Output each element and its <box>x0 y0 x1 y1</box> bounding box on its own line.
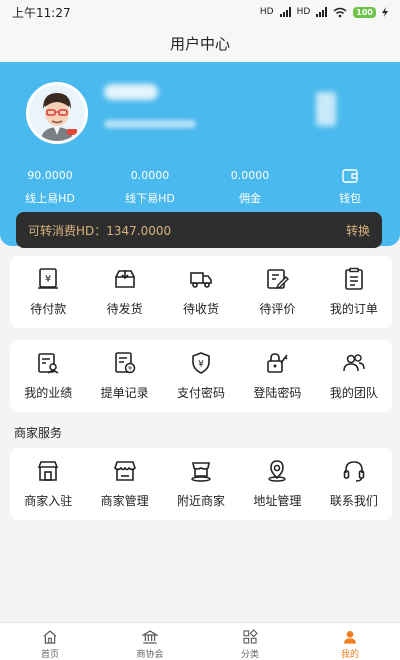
order-item-pending-payment[interactable]: ¥ 待付款 <box>10 256 86 328</box>
top-nav: 用户中心 <box>0 24 400 62</box>
svg-text:¥: ¥ <box>45 274 51 285</box>
tab-profile[interactable]: 我的 <box>300 623 400 660</box>
status-time: 上午11:27 <box>12 5 71 20</box>
user-id-blurred <box>104 120 196 128</box>
stat-label: 线上易HD <box>25 192 75 205</box>
lock-key-icon <box>267 353 289 373</box>
battery-indicator: 100 <box>353 6 376 18</box>
performance-icon <box>38 353 59 374</box>
merchant-item-label: 商家管理 <box>100 494 149 508</box>
status-bar: 上午11:27 HD HD 100 <box>0 0 400 24</box>
tab-label: 分类 <box>240 650 259 660</box>
tool-item-login-password[interactable]: 登陆密码 <box>239 340 315 412</box>
stat-online-hd[interactable]: 90.0000 线上易HD <box>0 168 100 206</box>
order-item-label: 待付款 <box>30 302 67 316</box>
order-item-label: 我的订单 <box>329 302 378 316</box>
location-pin-icon <box>268 460 287 482</box>
order-item-label: 待评价 <box>259 302 296 316</box>
username-blurred <box>104 84 158 100</box>
association-icon <box>141 630 159 644</box>
tools-card: 我的业绩 ¥ 提单记录 ¥ 支付密码 登陆密码 我的团队 <box>10 340 392 412</box>
avatar-image <box>29 85 85 141</box>
merchant-item-address[interactable]: 地址管理 <box>239 448 315 520</box>
category-icon <box>243 629 258 644</box>
stat-value: 90.0000 <box>27 169 73 182</box>
wifi-icon <box>333 7 347 17</box>
merchant-item-label: 附近商家 <box>177 494 226 508</box>
qr-code-blurred[interactable] <box>316 92 336 126</box>
orders-card: ¥ 待付款 待发货 待收货 待评价 我的订单 <box>10 256 392 328</box>
bottom-tab-bar: 首页 商协会 分类 我的 <box>0 622 400 660</box>
stat-label: 线下易HD <box>125 192 175 205</box>
stats-row: 90.0000 线上易HD 0.0000 线下易HD 0.0000 佣金 钱包 <box>0 168 400 206</box>
status-icons: HD HD 100 <box>259 6 388 18</box>
team-icon <box>343 354 365 372</box>
tool-item-label: 我的团队 <box>329 386 378 400</box>
stat-label: 佣金 <box>239 192 261 205</box>
order-item-pending-receipt[interactable]: 待收货 <box>163 256 239 328</box>
tab-label: 首页 <box>40 650 59 660</box>
stat-value: 0.0000 <box>130 169 170 182</box>
tool-item-label: 提单记录 <box>100 386 149 400</box>
store-join-icon <box>38 461 59 481</box>
tool-item-label: 登陆密码 <box>253 386 302 400</box>
tool-item-withdraw-record[interactable]: ¥ 提单记录 <box>86 340 162 412</box>
merchant-item-label: 联系我们 <box>329 494 378 508</box>
balance-label: 可转消费HD：1347.0000 <box>28 223 172 238</box>
signal-label-2: HD <box>296 7 311 17</box>
order-item-label: 待发货 <box>106 302 143 316</box>
home-icon <box>43 630 57 644</box>
tab-category[interactable]: 分类 <box>200 623 300 660</box>
tool-item-label: 支付密码 <box>177 386 226 400</box>
tab-home[interactable]: 首页 <box>0 623 100 660</box>
signal-icon-2 <box>316 7 328 17</box>
charging-icon <box>382 7 388 17</box>
convertible-balance-bar: 可转消费HD：1347.0000 转换 <box>16 212 382 248</box>
svg-text:¥: ¥ <box>128 366 132 373</box>
tab-label: 我的 <box>340 650 359 660</box>
profile-icon <box>344 631 356 644</box>
payment-shield-icon: ¥ <box>192 352 210 374</box>
merchant-item-label: 商家入驻 <box>24 494 73 508</box>
stat-commission[interactable]: 0.0000 佣金 <box>200 168 300 206</box>
order-item-pending-shipment[interactable]: 待发货 <box>86 256 162 328</box>
tool-item-payment-password[interactable]: ¥ 支付密码 <box>163 340 239 412</box>
svg-text:¥: ¥ <box>198 360 204 370</box>
stat-wallet[interactable]: 钱包 <box>300 168 400 206</box>
tool-item-my-team[interactable]: 我的团队 <box>316 340 392 412</box>
headset-icon <box>343 461 365 482</box>
tab-association[interactable]: 商协会 <box>100 623 200 660</box>
order-item-my-orders[interactable]: 我的订单 <box>316 256 392 328</box>
order-list-icon <box>345 267 363 290</box>
tool-item-performance[interactable]: 我的业绩 <box>10 340 86 412</box>
merchant-item-manage[interactable]: 商家管理 <box>86 448 162 520</box>
merchant-item-join[interactable]: 商家入驻 <box>10 448 86 520</box>
merchant-item-contact[interactable]: 联系我们 <box>316 448 392 520</box>
merchant-section-title: 商家服务 <box>14 426 63 440</box>
wallet-icon <box>300 168 400 184</box>
convert-button[interactable]: 转换 <box>346 222 370 239</box>
withdraw-record-icon: ¥ <box>114 352 135 374</box>
order-item-pending-review[interactable]: 待评价 <box>239 256 315 328</box>
merchant-card: 商家入驻 商家管理 附近商家 地址管理 联系我们 <box>10 448 392 520</box>
stat-label: 钱包 <box>339 192 361 205</box>
signal-label-1: HD <box>259 7 274 17</box>
stat-offline-hd[interactable]: 0.0000 线下易HD <box>100 168 200 206</box>
tab-label: 商协会 <box>136 650 164 660</box>
page-title: 用户中心 <box>169 34 230 53</box>
order-item-label: 待收货 <box>183 302 220 316</box>
delivery-truck-icon <box>190 272 212 288</box>
pending-shipment-icon <box>114 270 135 288</box>
pending-payment-icon: ¥ <box>38 268 59 289</box>
merchant-item-label: 地址管理 <box>253 494 302 508</box>
tool-item-label: 我的业绩 <box>24 386 73 400</box>
store-manage-icon <box>113 461 136 481</box>
nearby-store-icon <box>191 462 211 482</box>
merchant-item-nearby[interactable]: 附近商家 <box>163 448 239 520</box>
signal-icon <box>279 7 291 17</box>
avatar[interactable] <box>26 82 88 144</box>
stat-value: 0.0000 <box>230 169 270 182</box>
review-edit-icon <box>267 269 290 290</box>
